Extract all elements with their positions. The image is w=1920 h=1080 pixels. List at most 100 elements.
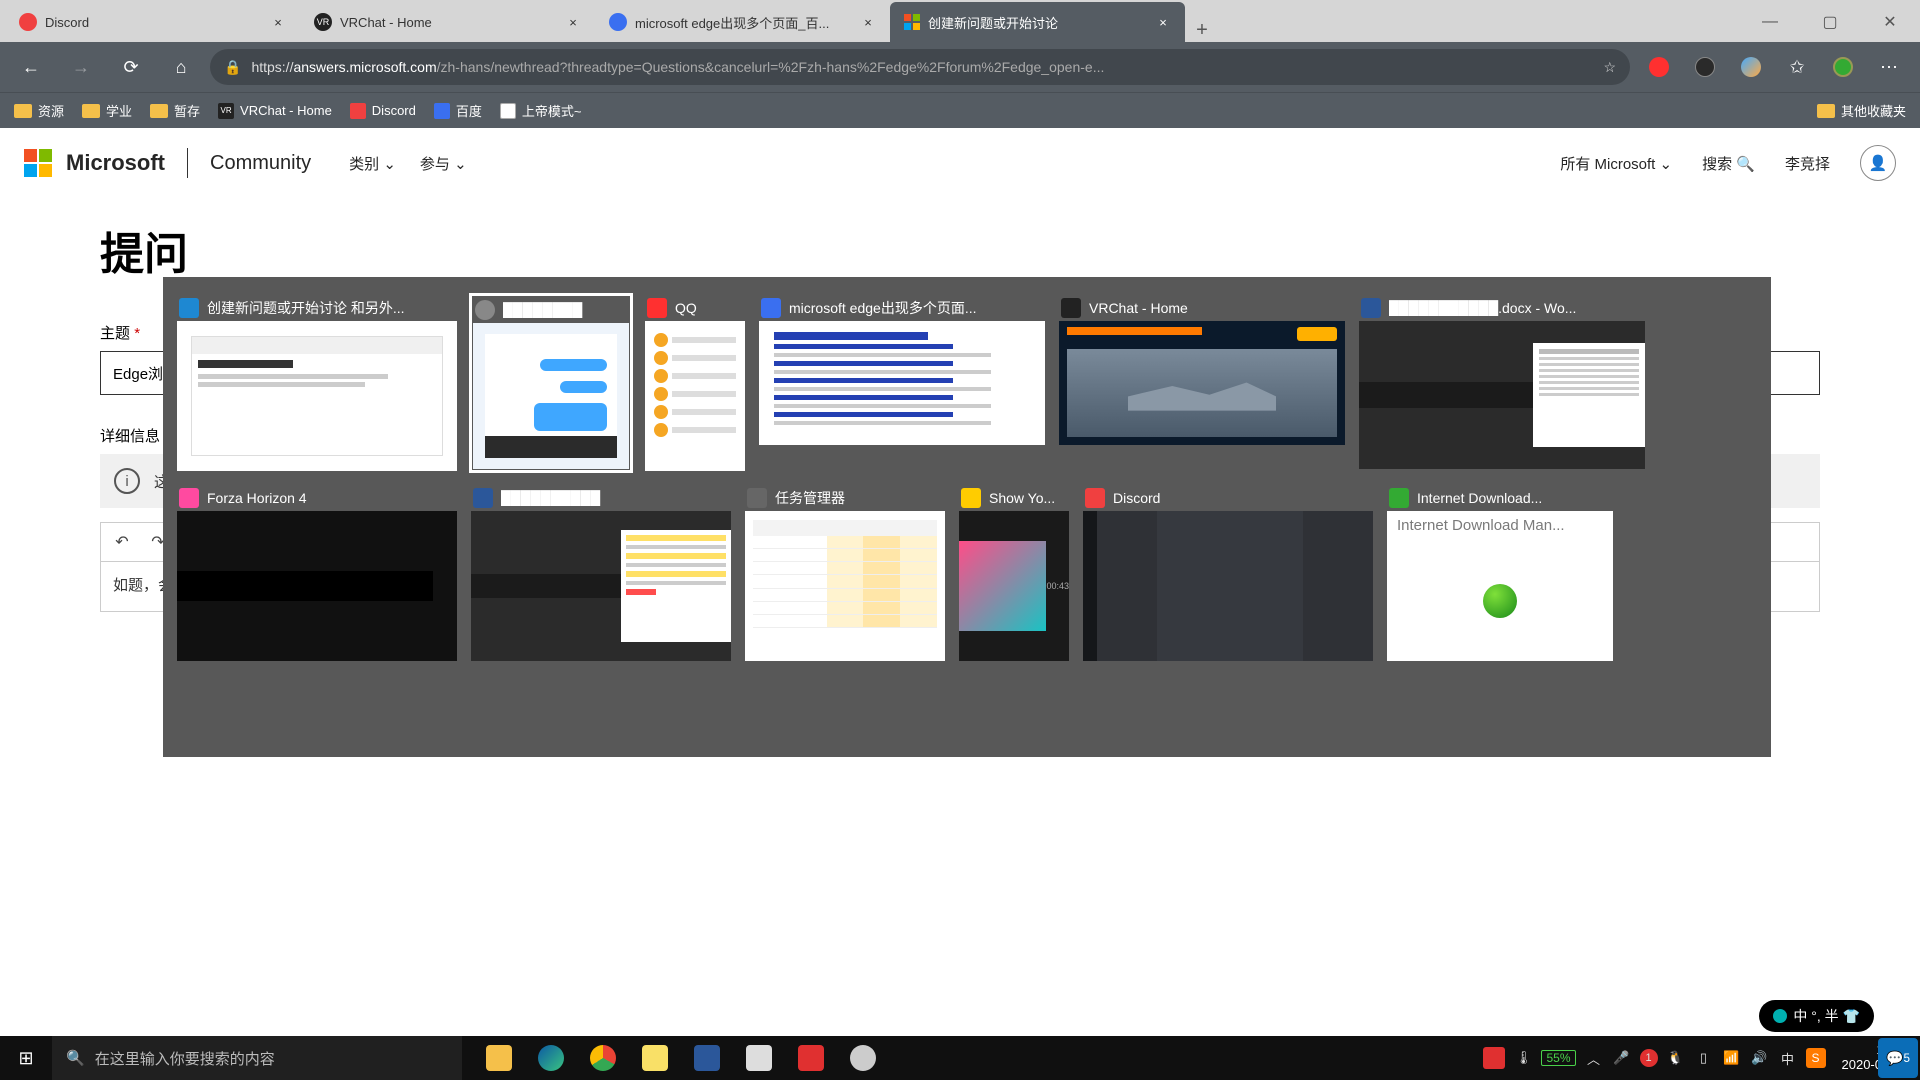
app-explorer[interactable] [476, 1036, 522, 1080]
all-microsoft-menu[interactable]: 所有 Microsoft ⌄ [1560, 153, 1672, 174]
battery-status[interactable]: 55% [1541, 1050, 1575, 1066]
alttab-window[interactable]: ███████████.docx - Wo... [1359, 295, 1645, 469]
alttab-window[interactable]: 创建新问题或开始讨论 和另外... [177, 295, 457, 471]
start-button[interactable]: ⊞ [0, 1048, 52, 1069]
ms-community-link[interactable]: Community [210, 152, 311, 175]
tray-icon[interactable]: 🐧 [1666, 1050, 1686, 1066]
url-path: /zh-hans/newthread?threadtype=Questions&… [437, 59, 1105, 75]
menu-button[interactable]: ⋯ [1868, 47, 1910, 87]
app-chrome[interactable] [580, 1036, 626, 1080]
tab-discord[interactable]: Discord × [5, 2, 300, 42]
favorite-icon[interactable]: ☆ [1603, 59, 1616, 76]
tab-baidu[interactable]: microsoft edge出现多个页面_百...× [595, 2, 890, 42]
volume-icon[interactable]: 🔊 [1750, 1050, 1770, 1066]
folder-icon [150, 104, 168, 118]
profile-button[interactable] [1822, 47, 1864, 87]
alttab-window[interactable]: 任务管理器 [745, 485, 945, 661]
page-icon [500, 103, 516, 119]
back-button[interactable]: ← [10, 47, 52, 87]
tray-icon[interactable]: 🌡 [1513, 1050, 1533, 1066]
ext-icon[interactable] [1730, 47, 1772, 87]
bookmark-folder[interactable]: 资源 [14, 101, 64, 120]
window-title: Show Yo... [989, 490, 1067, 506]
alttab-window[interactable]: Forza Horizon 4 [177, 485, 457, 661]
close-icon[interactable]: × [270, 15, 286, 30]
vrchat-icon: VR [314, 13, 332, 31]
username[interactable]: 李竞择 [1785, 153, 1830, 174]
nav-participate[interactable]: 参与 [420, 153, 467, 174]
alttab-window[interactable]: VRChat - Home [1059, 295, 1345, 445]
bookmark-link[interactable]: Discord [350, 103, 416, 119]
maximize-button[interactable]: ▢ [1800, 2, 1860, 42]
close-button[interactable]: ✕ [1860, 2, 1920, 42]
alttab-window[interactable]: ████████ [471, 295, 631, 471]
search-placeholder: 在这里输入你要搜索的内容 [95, 1048, 275, 1069]
undo-button[interactable]: ↶ [109, 532, 135, 552]
ime-indicator[interactable]: 中 [1778, 1049, 1798, 1068]
bookmark-label: 百度 [456, 101, 482, 120]
baidu-icon [434, 103, 450, 119]
tab-label: Discord [45, 15, 262, 30]
window-title: 创建新问题或开始讨论 和另外... [207, 298, 455, 318]
ms-brand[interactable]: Microsoft [66, 150, 165, 176]
close-icon[interactable]: × [860, 15, 876, 30]
url-scheme: https:// [251, 59, 293, 75]
tab-label: 创建新问题或开始讨论 [928, 13, 1147, 32]
tab-ms-answers[interactable]: 创建新问题或开始讨论 × [890, 2, 1185, 42]
address-bar[interactable]: 🔒 https://answers.microsoft.com/zh-hans/… [210, 49, 1630, 85]
close-icon[interactable]: × [1155, 15, 1171, 30]
battery-icon[interactable]: ▯ [1694, 1050, 1714, 1066]
taskbar-search[interactable]: 🔍在这里输入你要搜索的内容 [52, 1036, 462, 1080]
app-icon [747, 488, 767, 508]
wifi-icon[interactable]: 📶 [1722, 1050, 1742, 1066]
alttab-window[interactable]: Discord [1083, 485, 1373, 661]
search-button[interactable]: 搜索 🔍 [1702, 153, 1755, 174]
bookmark-label: Discord [372, 103, 416, 118]
alttab-window[interactable]: Internet Download...Internet Download Ma… [1387, 485, 1613, 661]
ext-icon[interactable] [1684, 47, 1726, 87]
browser-toolbar: ← → ⟳ ⌂ 🔒 https://answers.microsoft.com/… [0, 42, 1920, 92]
notification-center[interactable]: 💬5 [1878, 1038, 1918, 1078]
other-bookmarks[interactable]: 其他收藏夹 [1817, 101, 1906, 120]
alttab-window[interactable]: Show Yo...00:43 [959, 485, 1069, 661]
url-domain: answers.microsoft.com [293, 59, 436, 75]
tab-label: VRChat - Home [340, 15, 557, 30]
new-tab-button[interactable]: + [1185, 19, 1219, 42]
app-edge[interactable] [528, 1036, 574, 1080]
app-user[interactable] [840, 1036, 886, 1080]
tab-vrchat[interactable]: VR VRChat - Home × [300, 2, 595, 42]
windows-taskbar: ⊞ 🔍在这里输入你要搜索的内容 🌡 55% ︿ 🎤 1 🐧 ▯ 📶 🔊 中 S … [0, 1036, 1920, 1080]
refresh-button[interactable]: ⟳ [110, 47, 152, 87]
app-active[interactable] [632, 1036, 678, 1080]
app-red[interactable] [788, 1036, 834, 1080]
minimize-button[interactable]: — [1740, 2, 1800, 42]
folder-icon [82, 104, 100, 118]
close-icon[interactable]: × [565, 15, 581, 30]
ime-status-pill[interactable]: 中 °, 半 👕 [1759, 1000, 1874, 1032]
alttab-window[interactable]: ██████████ [471, 485, 731, 661]
bookmark-folder[interactable]: 暂存 [150, 101, 200, 120]
favorites-button[interactable]: ✩ [1776, 47, 1818, 87]
window-title: 任务管理器 [775, 488, 943, 508]
bookmark-folder[interactable]: 学业 [82, 101, 132, 120]
tray-badge-icon[interactable]: 1 [1640, 1049, 1658, 1067]
chevron-up-icon[interactable]: ︿ [1584, 1049, 1604, 1068]
browser-tab-strip: Discord × VR VRChat - Home × microsoft edge… [0, 0, 1920, 42]
app-icon [647, 298, 667, 318]
app-icon [1389, 488, 1409, 508]
bookmark-link[interactable]: 百度 [434, 101, 482, 120]
alttab-window[interactable]: QQ [645, 295, 745, 471]
alttab-window[interactable]: microsoft edge出现多个页面... [759, 295, 1045, 445]
forward-button[interactable]: → [60, 47, 102, 87]
bookmark-link[interactable]: 上帝模式~ [500, 101, 582, 120]
tray-icon[interactable] [1483, 1047, 1505, 1069]
sogou-icon[interactable]: S [1806, 1048, 1826, 1068]
app-word[interactable] [684, 1036, 730, 1080]
avatar[interactable]: 👤 [1860, 145, 1896, 181]
bookmark-link[interactable]: VRVRChat - Home [218, 103, 332, 119]
nav-category[interactable]: 类别 [349, 153, 396, 174]
home-button[interactable]: ⌂ [160, 47, 202, 87]
ext-icon[interactable] [1638, 47, 1680, 87]
app-mail[interactable] [736, 1036, 782, 1080]
mic-icon[interactable]: 🎤 [1612, 1050, 1632, 1066]
